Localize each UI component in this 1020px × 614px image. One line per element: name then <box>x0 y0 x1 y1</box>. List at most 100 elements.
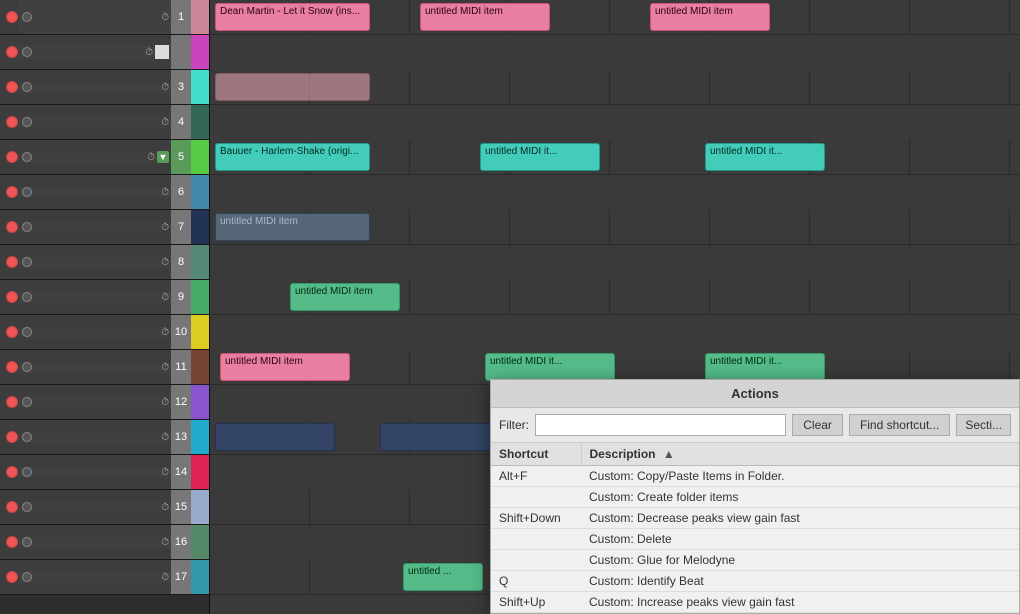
midi-item[interactable]: untitled ... <box>403 563 483 591</box>
midi-item[interactable]: untitled MIDI it... <box>480 143 600 171</box>
table-row[interactable]: Alt+FCustom: Copy/Paste Items in Folder. <box>491 466 1019 487</box>
midi-item[interactable]: Bauuer - Harlem-Shake (origi... <box>215 143 370 171</box>
track-number-15: 15 <box>171 490 191 524</box>
track-indicator <box>22 47 32 57</box>
track-clock: ⏱ <box>145 47 153 58</box>
track-indicator <box>22 292 32 302</box>
midi-item[interactable]: untitled MIDI item <box>215 213 370 241</box>
midi-item[interactable]: untitled MIDI it... <box>485 353 615 381</box>
track-mute-btn[interactable] <box>6 291 18 303</box>
track-mute-btn[interactable] <box>6 151 18 163</box>
midi-item[interactable]: untitled MIDI item <box>650 3 770 31</box>
track-number-16: 16 <box>171 525 191 559</box>
filter-label: Filter: <box>499 418 529 432</box>
midi-item[interactable] <box>215 423 335 451</box>
table-row[interactable]: Custom: Delete <box>491 529 1019 550</box>
track-item: ⏱ 3 <box>0 70 209 105</box>
track-number-2 <box>171 35 191 69</box>
track-mute-btn[interactable] <box>6 396 18 408</box>
track-number-9: 9 <box>171 280 191 314</box>
description-cell: Custom: Create folder items <box>581 487 1019 508</box>
track-controls: ⏱ <box>18 0 171 34</box>
track-mute-btn[interactable] <box>6 326 18 338</box>
col-shortcut-header: Shortcut <box>491 443 581 466</box>
table-row[interactable]: QCustom: Identify Beat <box>491 571 1019 592</box>
midi-item[interactable]: untitled MIDI it... <box>705 353 825 381</box>
arrange-row-4: untitled MIDI item <box>210 210 1020 245</box>
track-item: ⏱ 13 <box>0 420 209 455</box>
track-controls: ⏱ <box>18 257 171 268</box>
track-controls: ⏱ <box>18 397 171 408</box>
track-item: ⏱ 6 <box>0 175 209 210</box>
midi-item-label: untitled MIDI it... <box>710 146 782 157</box>
track-clock: ⏱ <box>161 82 169 93</box>
track-clock: ⏱ <box>147 152 155 163</box>
description-cell: Custom: Glue for Melodyne <box>581 550 1019 571</box>
midi-item[interactable]: untitled MIDI item <box>420 3 550 31</box>
midi-item[interactable]: untitled MIDI item <box>220 353 350 381</box>
table-row[interactable]: Custom: Glue for Melodyne <box>491 550 1019 571</box>
section-button[interactable]: Secti... <box>956 414 1011 436</box>
arrange-row-5: untitled MIDI item <box>210 280 1020 315</box>
track-indicator <box>22 152 32 162</box>
track-mute-btn[interactable] <box>6 256 18 268</box>
track-indicator <box>22 537 32 547</box>
track-controls: ⏱ <box>18 432 171 443</box>
midi-item[interactable]: Dean Martin - Let it Snow (ins... <box>215 3 370 31</box>
track-controls: ⏱ <box>18 82 171 93</box>
app-container: ⏱ 1 ⏱ ⏱ 3 <box>0 0 1020 614</box>
track-color-5 <box>191 140 209 174</box>
track-controls: ⏱ <box>18 467 171 478</box>
track-color-6 <box>191 175 209 209</box>
midi-item[interactable]: untitled MIDI it... <box>705 143 825 171</box>
track-mute-btn[interactable] <box>6 11 18 23</box>
arrange-row-1: Dean Martin - Let it Snow (ins... untitl… <box>210 0 1020 35</box>
midi-item[interactable] <box>215 73 370 101</box>
track-mute-btn[interactable] <box>6 536 18 548</box>
table-row[interactable]: Shift+DownCustom: Decrease peaks view ga… <box>491 508 1019 529</box>
track-item: ⏱ 8 <box>0 245 209 280</box>
track-controls: ⏱ <box>18 292 171 303</box>
track-mute-btn[interactable] <box>6 466 18 478</box>
track-color-1 <box>191 0 209 34</box>
arrange-row-2 <box>210 70 1020 105</box>
table-row[interactable]: Shift+UpCustom: Increase peaks view gain… <box>491 592 1019 613</box>
track-item: ⏱ 1 <box>0 0 209 35</box>
track-mute-btn[interactable] <box>6 221 18 233</box>
midi-item-label: untitled MIDI item <box>295 286 373 297</box>
track-list: ⏱ 1 ⏱ ⏱ 3 <box>0 0 210 614</box>
table-row[interactable]: Custom: Create folder items <box>491 487 1019 508</box>
track-color-9 <box>191 280 209 314</box>
track-mute-btn[interactable] <box>6 46 18 58</box>
midi-item-label: untitled MIDI item <box>655 6 733 17</box>
track-controls: ⏱ <box>18 537 171 548</box>
track-mute-btn[interactable] <box>6 116 18 128</box>
track-mute-btn[interactable] <box>6 571 18 583</box>
actions-filter-row: Filter: Clear Find shortcut... Secti... <box>491 408 1019 443</box>
track-mute-btn[interactable] <box>6 81 18 93</box>
track-mute-btn[interactable] <box>6 186 18 198</box>
track-indicator <box>22 572 32 582</box>
actions-title-bar: Actions <box>491 380 1019 408</box>
clear-button[interactable]: Clear <box>792 414 843 436</box>
track-mute-btn[interactable] <box>6 501 18 513</box>
track-controls: ⏱ <box>18 187 171 198</box>
track-color-13 <box>191 420 209 454</box>
track-color-15 <box>191 490 209 524</box>
track-clock: ⏱ <box>161 432 169 443</box>
track-mute-btn[interactable] <box>6 361 18 373</box>
filter-input[interactable] <box>535 414 786 436</box>
actions-dialog: Actions Filter: Clear Find shortcut... S… <box>490 379 1020 614</box>
track-mute-btn[interactable] <box>6 431 18 443</box>
track-clock: ⏱ <box>161 397 169 408</box>
midi-item-label: untitled MIDI item <box>425 6 503 17</box>
track-controls: ⏱ <box>18 45 171 59</box>
shortcut-cell <box>491 529 581 550</box>
track-extra-btn: ▼ <box>157 151 169 163</box>
track-number-1: 1 <box>171 0 191 34</box>
track-clock: ⏱ <box>161 502 169 513</box>
track-color-4 <box>191 105 209 139</box>
find-shortcut-button[interactable]: Find shortcut... <box>849 414 950 436</box>
midi-item[interactable]: untitled MIDI item <box>290 283 400 311</box>
track-clock: ⏱ <box>161 467 169 478</box>
